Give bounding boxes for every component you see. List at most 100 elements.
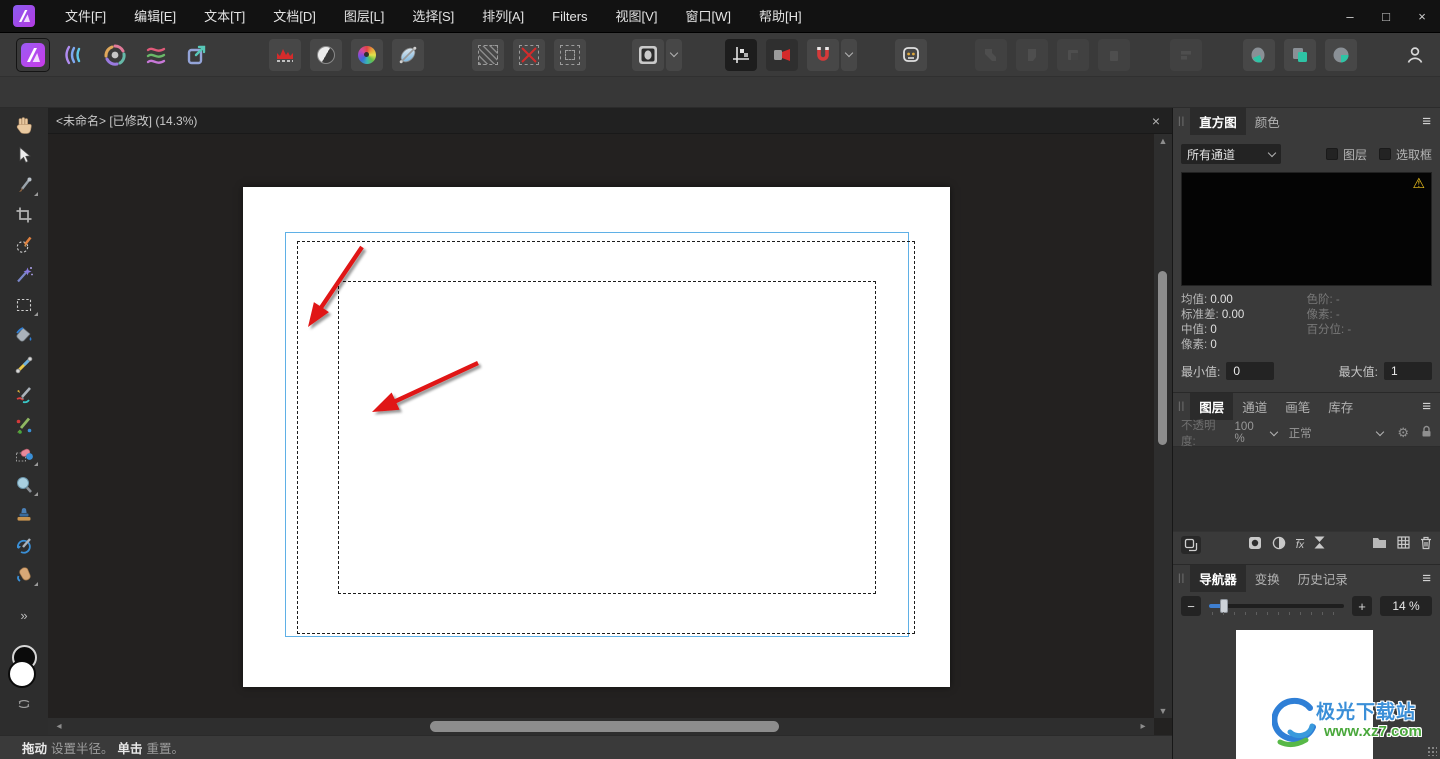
gradient-tool[interactable] (6, 350, 42, 380)
layer-effects-button[interactable]: fx (1296, 539, 1304, 551)
magnet-dropdown-button[interactable] (841, 39, 857, 71)
menu-document[interactable]: 文档[D] (259, 0, 330, 33)
icc-profile-button[interactable] (1284, 39, 1316, 71)
zoom-out-button[interactable]: − (1181, 596, 1201, 616)
tab-channels[interactable]: 通道 (1233, 393, 1276, 420)
tab-transform[interactable]: 变换 (1246, 565, 1289, 592)
opacity-dropdown[interactable]: 100 % (1235, 421, 1277, 445)
layers-list[interactable] (1173, 446, 1440, 532)
adjustment-layer-button[interactable] (1272, 536, 1286, 555)
panel-grip[interactable]: || (1178, 401, 1185, 412)
menu-file[interactable]: 文件[F] (51, 0, 120, 33)
flood-fill-tool[interactable] (6, 320, 42, 350)
more-tools-button[interactable]: » (20, 608, 27, 623)
menu-filters[interactable]: Filters (538, 0, 601, 33)
duplicate-layer-button[interactable] (1181, 536, 1201, 554)
smudge-brush-tool[interactable] (6, 560, 42, 590)
tab-layers[interactable]: 图层 (1190, 393, 1233, 420)
scroll-left-icon[interactable]: ◂ (50, 721, 68, 732)
panel-grip[interactable]: || (1178, 573, 1185, 584)
maximize-button[interactable]: □ (1368, 0, 1404, 33)
max-input[interactable]: 1 (1384, 362, 1432, 380)
zoom-slider[interactable] (1209, 596, 1344, 616)
select-sampled-color-button[interactable] (472, 39, 504, 71)
develop-persona-button[interactable] (99, 39, 131, 71)
export-persona-button[interactable] (181, 39, 213, 71)
menu-layer[interactable]: 图层[L] (330, 0, 398, 33)
menu-text[interactable]: 文本[T] (190, 0, 259, 33)
scroll-right-icon[interactable]: ▸ (1134, 721, 1152, 732)
panel-menu-icon[interactable]: ≡ (1422, 570, 1431, 587)
panel-grip[interactable]: || (1178, 116, 1185, 127)
new-pixel-layer-button[interactable] (1397, 536, 1410, 554)
menu-edit[interactable]: 编辑[E] (120, 0, 190, 33)
color-format-button[interactable] (1243, 39, 1275, 71)
snapping-magnet-button[interactable] (807, 39, 839, 71)
insert-inside-button[interactable] (1057, 39, 1089, 71)
erase-brush-tool[interactable] (6, 440, 42, 470)
primary-color-swatch[interactable] (8, 660, 36, 688)
close-button[interactable]: × (1404, 0, 1440, 33)
menu-window[interactable]: 窗口[W] (671, 0, 745, 33)
channel-select[interactable]: 所有通道 (1181, 144, 1281, 164)
zoom-slider-track[interactable] (1209, 604, 1344, 608)
marquee-tool[interactable] (6, 290, 42, 320)
bit-depth-button[interactable] (1325, 39, 1357, 71)
assistant-robot-button[interactable] (895, 39, 927, 71)
scroll-up-icon[interactable]: ▲ (1154, 136, 1172, 146)
minimize-button[interactable]: – (1332, 0, 1368, 33)
menu-select[interactable]: 选择[S] (398, 0, 468, 33)
tab-histogram[interactable]: 直方图 (1190, 108, 1246, 135)
zoom-slider-handle[interactable] (1220, 599, 1228, 613)
liquify-persona-button[interactable] (58, 39, 90, 71)
snapping-toggle-button[interactable] (725, 39, 757, 71)
blend-mode-dropdown[interactable]: 正常 (1289, 425, 1384, 441)
mask-layer-button[interactable] (1248, 536, 1262, 555)
layer-checkbox[interactable] (1326, 148, 1338, 160)
scroll-down-icon[interactable]: ▼ (1154, 706, 1172, 716)
deselect-button[interactable] (513, 39, 545, 71)
marquee-checkbox[interactable] (1379, 148, 1391, 160)
live-filter-button[interactable] (1314, 536, 1325, 554)
zoom-in-button[interactable]: + (1352, 596, 1372, 616)
layer-lock-icon[interactable] (1421, 425, 1432, 441)
tab-history[interactable]: 历史记录 (1289, 565, 1357, 592)
zoom-value[interactable]: 14 % (1380, 596, 1432, 616)
layer-settings-gear-icon[interactable]: ⚙ (1397, 425, 1409, 441)
vertical-scrollbar[interactable]: ▲ ▼ (1154, 134, 1172, 718)
horizontal-scrollbar[interactable]: ◂ ▸ (48, 718, 1154, 735)
document-tab[interactable]: <未命名> [已修改] (14.3%) (56, 112, 197, 129)
invert-selection-button[interactable] (554, 39, 586, 71)
alignment-button[interactable] (1170, 39, 1202, 71)
auto-colour-button[interactable] (351, 39, 383, 71)
crop-tool[interactable] (6, 200, 42, 230)
view-tool[interactable] (6, 110, 42, 140)
tab-brushes[interactable]: 画笔 (1276, 393, 1319, 420)
delete-layer-button[interactable] (1420, 536, 1432, 555)
zoom-tool[interactable] (6, 470, 42, 500)
undo-brush-tool[interactable] (6, 530, 42, 560)
swap-colors-button[interactable] (17, 695, 31, 713)
paint-mixer-brush-tool[interactable] (6, 380, 42, 410)
vertical-scrollbar-thumb[interactable] (1158, 271, 1167, 445)
tab-navigator[interactable]: 导航器 (1190, 565, 1246, 592)
selection-brush-tool[interactable] (6, 230, 42, 260)
color-picker-tool[interactable] (6, 170, 42, 200)
navigator-thumbnail[interactable] (1236, 630, 1373, 759)
canvas-viewport[interactable] (48, 134, 1154, 718)
flood-select-tool[interactable] (6, 260, 42, 290)
color-selector[interactable] (6, 645, 42, 693)
insert-below-button[interactable] (1098, 39, 1130, 71)
panel-menu-icon[interactable]: ≡ (1422, 398, 1431, 415)
mask-dropdown-button[interactable] (666, 39, 682, 71)
insert-behind-button[interactable] (975, 39, 1007, 71)
account-button[interactable] (1399, 39, 1431, 71)
photo-persona-button[interactable] (17, 39, 49, 71)
assistant-options-button[interactable] (766, 39, 798, 71)
pixel-tool[interactable] (6, 410, 42, 440)
auto-white-balance-button[interactable] (392, 39, 424, 71)
mask-button[interactable] (632, 39, 664, 71)
document-close-icon[interactable]: × (1146, 113, 1166, 129)
menu-arrange[interactable]: 排列[A] (468, 0, 538, 33)
group-layers-button[interactable] (1372, 536, 1387, 554)
